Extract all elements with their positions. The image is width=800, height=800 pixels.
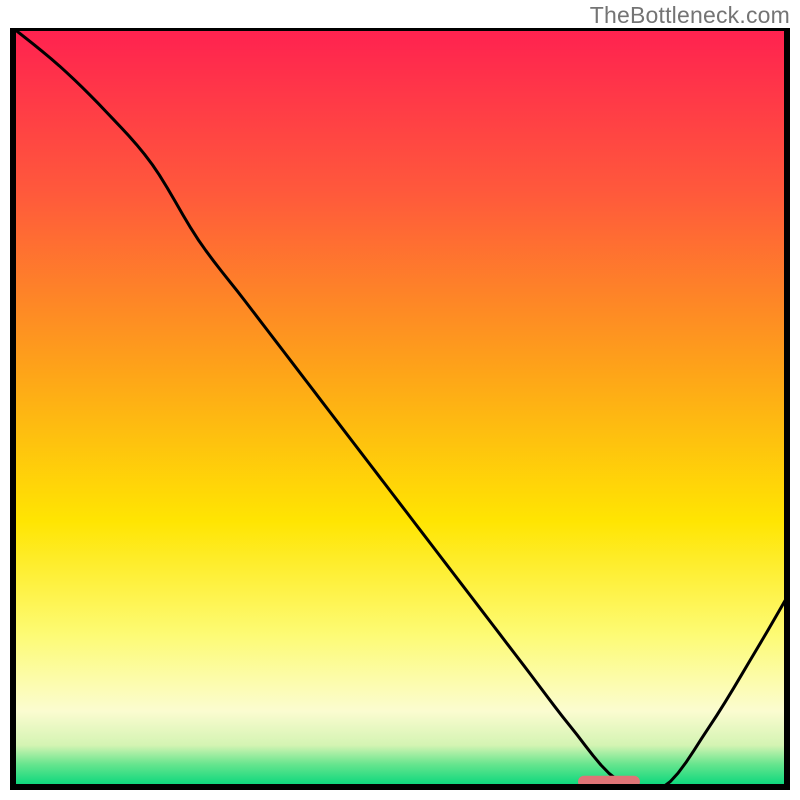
chart-svg [10, 28, 790, 790]
watermark-text: TheBottleneck.com [590, 2, 790, 29]
chart-frame [10, 28, 790, 790]
gradient-background [13, 28, 787, 787]
